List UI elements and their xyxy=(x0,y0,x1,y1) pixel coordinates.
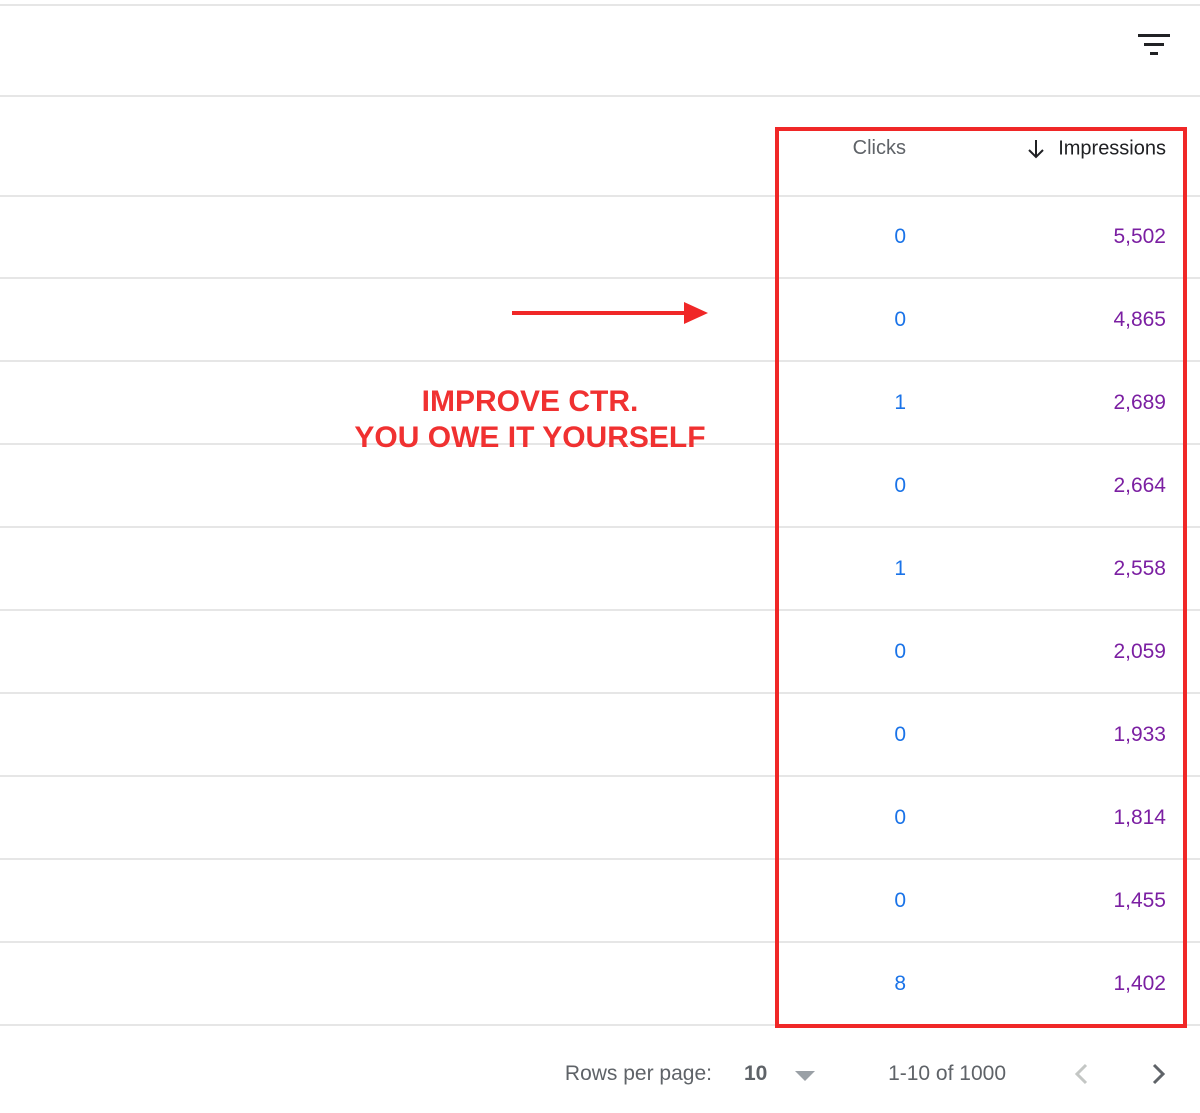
table-cell-impressions: 1,402 xyxy=(1113,972,1166,995)
column-header-impressions-label: Impressions xyxy=(1058,137,1166,160)
row-divider xyxy=(0,195,1200,197)
top-divider xyxy=(0,4,1200,6)
column-header-clicks[interactable]: Clicks xyxy=(800,134,906,162)
table-cell-impressions: 2,664 xyxy=(1113,474,1166,497)
chevron-right-icon xyxy=(1152,1063,1166,1085)
rows-per-page-label: Rows per page: xyxy=(564,1062,712,1085)
table-cell-clicks: 0 xyxy=(894,308,906,331)
table-cell-impressions: 1,933 xyxy=(1113,723,1166,746)
filter-list-icon xyxy=(1138,34,1170,55)
row-divider xyxy=(0,692,1200,694)
row-divider xyxy=(0,858,1200,860)
header-divider xyxy=(0,95,1200,97)
rows-per-page-value: 10 xyxy=(744,1062,768,1085)
row-divider xyxy=(0,775,1200,777)
next-page-button[interactable] xyxy=(1138,1054,1178,1094)
filter-button[interactable] xyxy=(1134,26,1176,64)
table-toolbar xyxy=(0,0,1200,96)
row-divider xyxy=(0,941,1200,943)
row-divider xyxy=(0,526,1200,528)
table-cell-impressions: 2,558 xyxy=(1113,557,1166,580)
table-cell-impressions: 5,502 xyxy=(1113,225,1166,248)
table-cell-clicks: 0 xyxy=(894,474,906,497)
table-cell-clicks: 0 xyxy=(894,889,906,912)
table-cell-clicks: 0 xyxy=(894,806,906,829)
pagination-range: 1-10 of 1000 xyxy=(888,1062,1006,1085)
chevron-left-icon xyxy=(1074,1063,1088,1085)
rows-per-page-select[interactable]: 10 xyxy=(734,1056,824,1096)
table-bottom-divider xyxy=(0,1024,1200,1026)
table-cell-impressions: 4,865 xyxy=(1113,308,1166,331)
annotation-line-2: YOU OWE IT YOURSELF xyxy=(354,421,706,454)
annotation-arrow-icon xyxy=(512,302,708,324)
previous-page-button[interactable] xyxy=(1062,1054,1102,1094)
row-divider xyxy=(0,360,1200,362)
annotation-line-1: IMPROVE CTR. xyxy=(421,385,639,418)
table-cell-clicks: 1 xyxy=(894,557,906,580)
table-cell-impressions: 2,059 xyxy=(1113,640,1166,663)
table-cell-clicks: 0 xyxy=(894,640,906,663)
column-header-impressions[interactable]: Impressions xyxy=(1006,134,1166,162)
table-cell-clicks: 0 xyxy=(894,225,906,248)
table-cell-impressions: 2,689 xyxy=(1113,391,1166,414)
arrow-downward-icon xyxy=(1028,139,1044,159)
row-divider xyxy=(0,277,1200,279)
table-cell-impressions: 1,455 xyxy=(1113,889,1166,912)
annotation-text: IMPROVE CTR. YOU OWE IT YOURSELF xyxy=(330,384,730,456)
row-divider xyxy=(0,609,1200,611)
table-cell-impressions: 1,814 xyxy=(1113,806,1166,829)
table-cell-clicks: 8 xyxy=(894,972,906,995)
table-cell-clicks: 0 xyxy=(894,723,906,746)
caret-down-icon xyxy=(795,1071,815,1081)
table-cell-clicks: 1 xyxy=(894,391,906,414)
